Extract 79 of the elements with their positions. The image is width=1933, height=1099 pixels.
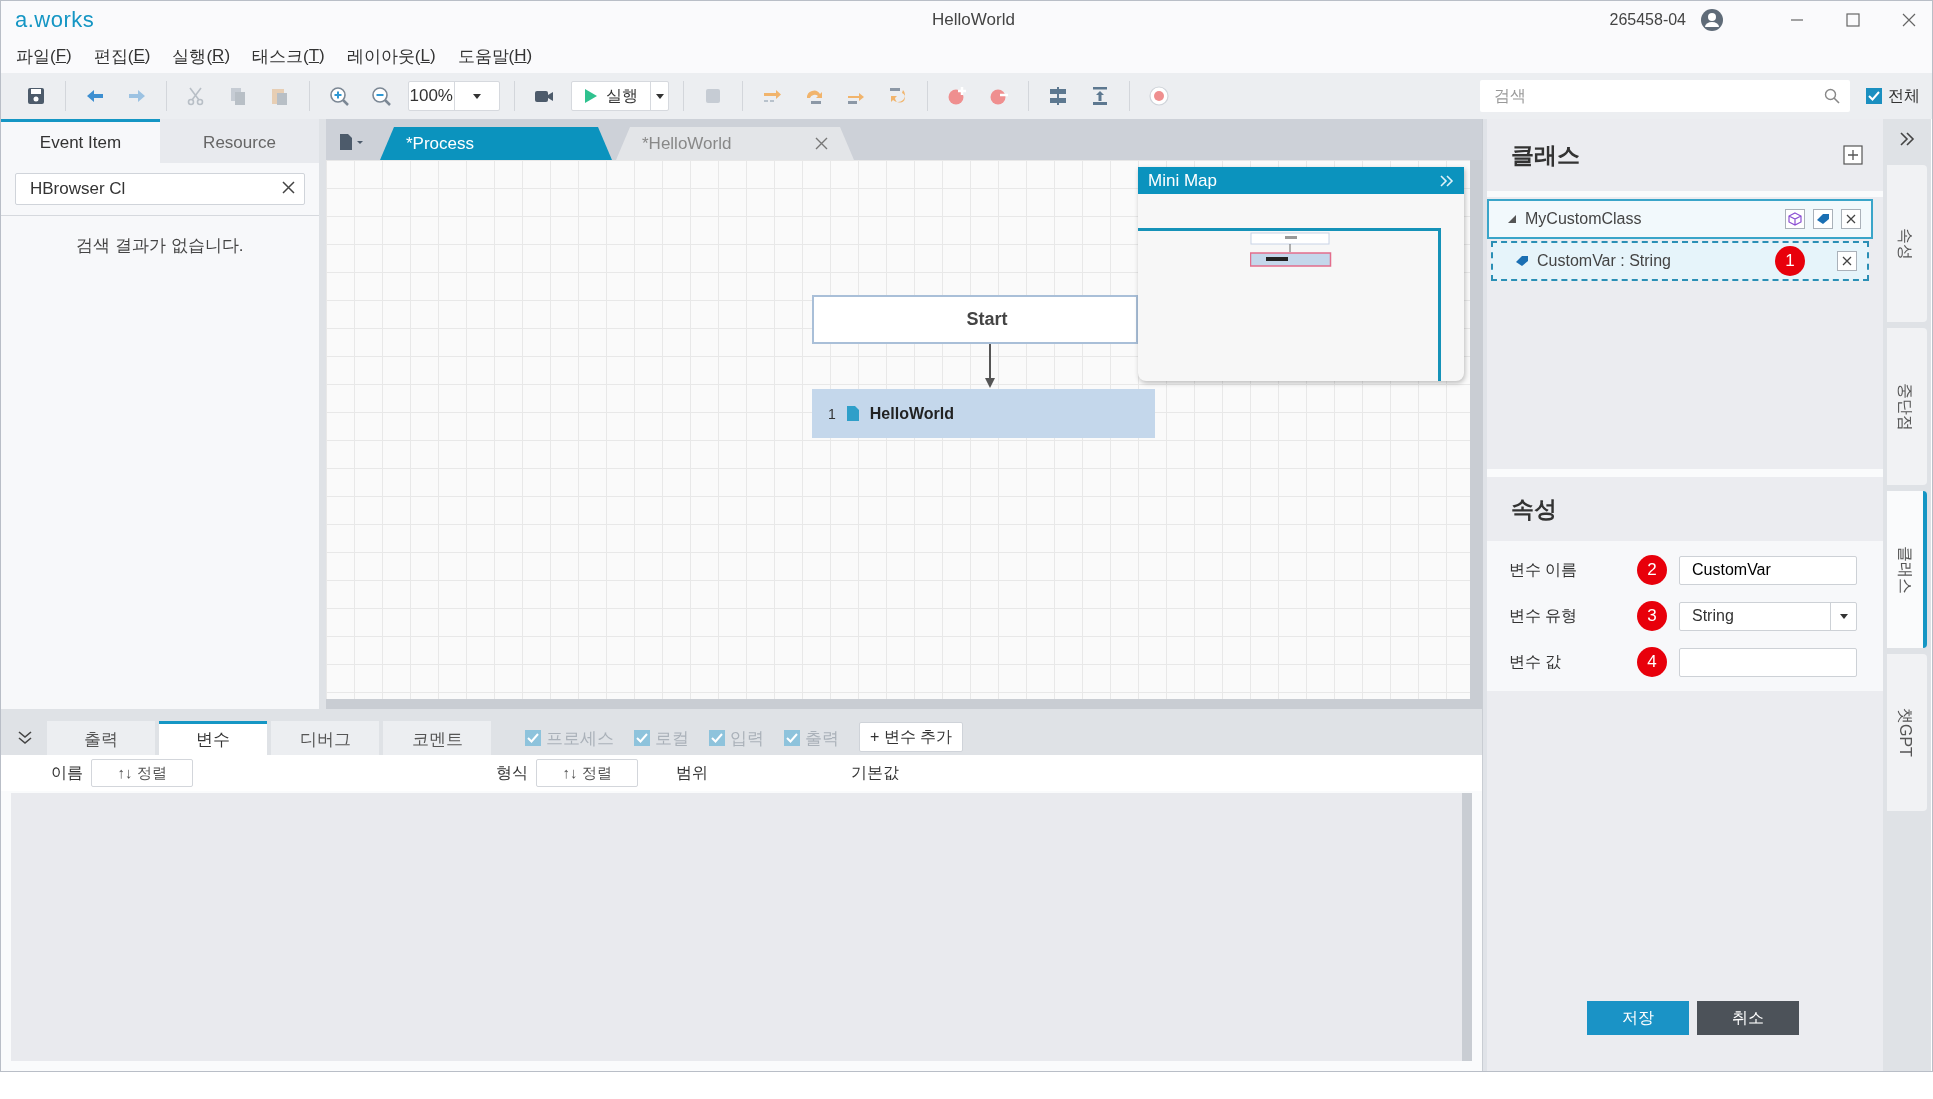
window-title: HelloWorld <box>932 10 1015 30</box>
user-avatar-icon[interactable] <box>1700 8 1724 32</box>
field-label: 변수 유형 <box>1509 605 1579 626</box>
start-node[interactable]: Start <box>812 295 1138 344</box>
number-badge: 3 <box>1637 601 1667 631</box>
panel-title: 클래스 <box>1511 140 1580 170</box>
panel-title: 속성 <box>1511 494 1557 524</box>
app-logo: a.works <box>15 7 95 33</box>
vertical-scrollbar[interactable] <box>1470 160 1482 709</box>
search-icon <box>1824 88 1840 104</box>
caret-icon <box>472 93 481 99</box>
tag-icon <box>1515 255 1529 267</box>
tree-label: CustomVar : String <box>1537 252 1672 270</box>
connector-arrow <box>984 344 996 389</box>
panel-tab[interactable]: 출력 <box>47 721 155 755</box>
caret-icon <box>655 93 664 99</box>
menu-item[interactable]: 편집(E) <box>82 41 162 71</box>
type-dropdown[interactable]: String <box>1679 601 1857 631</box>
tree-child-row[interactable]: CustomVar : String 1 <box>1491 241 1869 281</box>
sort-button[interactable]: ↑↓ 정렬 <box>91 759 193 787</box>
side-tab[interactable]: 중단점 <box>1887 328 1927 485</box>
field-label: 변수 값 <box>1509 651 1563 672</box>
step-number: 1 <box>828 405 836 422</box>
zoom-dropdown[interactable]: 100% <box>408 81 500 111</box>
field-label: 변수 이름 <box>1509 559 1579 580</box>
checkbox-label: 전체 <box>1888 85 1920 106</box>
menu-item[interactable]: 실행(R) <box>161 41 242 71</box>
menu-item[interactable]: 레이아웃(L) <box>335 41 447 71</box>
vertical-scrollbar[interactable] <box>1462 793 1472 1061</box>
panel-tab[interactable]: 코멘트 <box>383 721 491 755</box>
side-tab[interactable]: 속성 <box>1887 165 1927 322</box>
cube-icon[interactable] <box>1785 209 1805 229</box>
column-header: 이름 <box>51 762 83 783</box>
tree-row[interactable]: MyCustomClass <box>1487 199 1873 239</box>
empty-message: 검색 결과가 없습니다. <box>75 235 245 257</box>
delete-icon[interactable] <box>1837 251 1857 271</box>
panel-tab[interactable]: 변수 <box>159 721 267 755</box>
panel-tab[interactable]: 디버그 <box>271 721 379 755</box>
input-field[interactable] <box>1679 647 1857 677</box>
panel-tab[interactable]: Event Item <box>1 119 160 163</box>
add-icon[interactable] <box>1843 145 1863 165</box>
activity-label: HelloWorld <box>869 404 954 423</box>
number-badge: 4 <box>1637 647 1667 677</box>
run-label: 실행 <box>606 85 638 106</box>
panel-tab[interactable]: Resource <box>160 119 319 163</box>
number-badge: 1 <box>1775 246 1805 276</box>
menu-item[interactable]: 태스크(T) <box>241 41 336 71</box>
search-field[interactable]: 검색 <box>1480 80 1850 112</box>
cancel-button[interactable]: 취소 <box>1697 1001 1799 1035</box>
menu-item[interactable]: 파일(F) <box>5 41 83 71</box>
side-tab[interactable]: 챗GPT <box>1887 654 1927 811</box>
run-button[interactable]: 실행 <box>571 81 669 111</box>
close-icon[interactable] <box>815 137 828 150</box>
checkbox[interactable] <box>1866 88 1882 104</box>
column-header: 형식 <box>496 762 528 783</box>
menu-item[interactable]: 도움말(H) <box>446 41 544 71</box>
editor-tab[interactable]: *Process <box>380 127 612 160</box>
input-field[interactable]: CustomVar <box>1679 555 1857 585</box>
document-icon <box>845 405 860 422</box>
number-badge: 2 <box>1637 555 1667 585</box>
sort-button[interactable]: ↑↓ 정렬 <box>536 759 638 787</box>
side-tab[interactable]: 클래스 <box>1887 491 1927 648</box>
expanded-triangle-icon[interactable] <box>1507 214 1517 224</box>
mini-map-title: Mini Map <box>1148 170 1217 191</box>
horizontal-scrollbar[interactable] <box>326 699 1470 709</box>
activity-node[interactable]: 1 HelloWorld <box>812 389 1155 438</box>
add-variable-button[interactable]: + 변수 추가 <box>859 722 964 752</box>
column-header: 기본값 <box>851 762 899 783</box>
user-id: 265458-04 <box>1609 11 1686 29</box>
delete-icon[interactable] <box>1841 209 1861 229</box>
double-chevron-icon[interactable] <box>1440 174 1454 187</box>
diagram-canvas[interactable]: Start 1 HelloWorld Mini Map <box>326 160 1470 699</box>
tag-icon[interactable] <box>1813 209 1833 229</box>
tree-label: MyCustomClass <box>1525 210 1643 228</box>
column-header: 범위 <box>676 762 708 783</box>
search-field[interactable]: HBrowser Cl <box>15 173 305 205</box>
clear-icon[interactable] <box>282 181 295 194</box>
caret-icon <box>1839 613 1848 619</box>
play-icon <box>584 88 598 104</box>
